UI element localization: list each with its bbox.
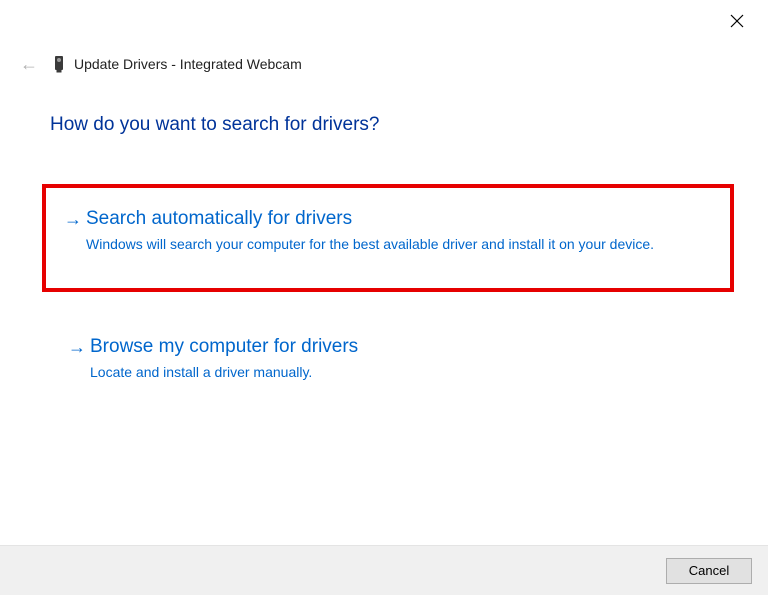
title-bar [0, 0, 768, 44]
nav-row: ← Update Drivers - Integrated Webcam [0, 52, 768, 76]
option-description: Windows will search your computer for th… [86, 234, 712, 254]
content-area: How do you want to search for drivers? →… [0, 76, 768, 400]
option-description: Locate and install a driver manually. [90, 362, 700, 382]
option-search-automatically[interactable]: → Search automatically for drivers Windo… [42, 184, 734, 292]
webcam-device-icon [54, 55, 64, 73]
breadcrumb: Update Drivers - Integrated Webcam [74, 56, 302, 72]
arrow-right-icon: → [64, 206, 86, 254]
close-icon [730, 14, 744, 28]
dialog-footer: Cancel [0, 545, 768, 595]
arrow-right-icon: → [68, 334, 90, 382]
option-text: Browse my computer for drivers Locate an… [90, 334, 700, 382]
option-title: Browse my computer for drivers [90, 334, 700, 360]
option-browse-computer[interactable]: → Browse my computer for drivers Locate … [50, 320, 718, 400]
page-heading: How do you want to search for drivers? [50, 114, 718, 136]
option-text: Search automatically for drivers Windows… [86, 206, 712, 254]
close-button[interactable] [728, 12, 746, 30]
option-title: Search automatically for drivers [86, 206, 712, 232]
back-arrow-icon[interactable]: ← [18, 54, 40, 75]
option-list: → Search automatically for drivers Windo… [50, 184, 718, 400]
cancel-button[interactable]: Cancel [666, 558, 752, 584]
